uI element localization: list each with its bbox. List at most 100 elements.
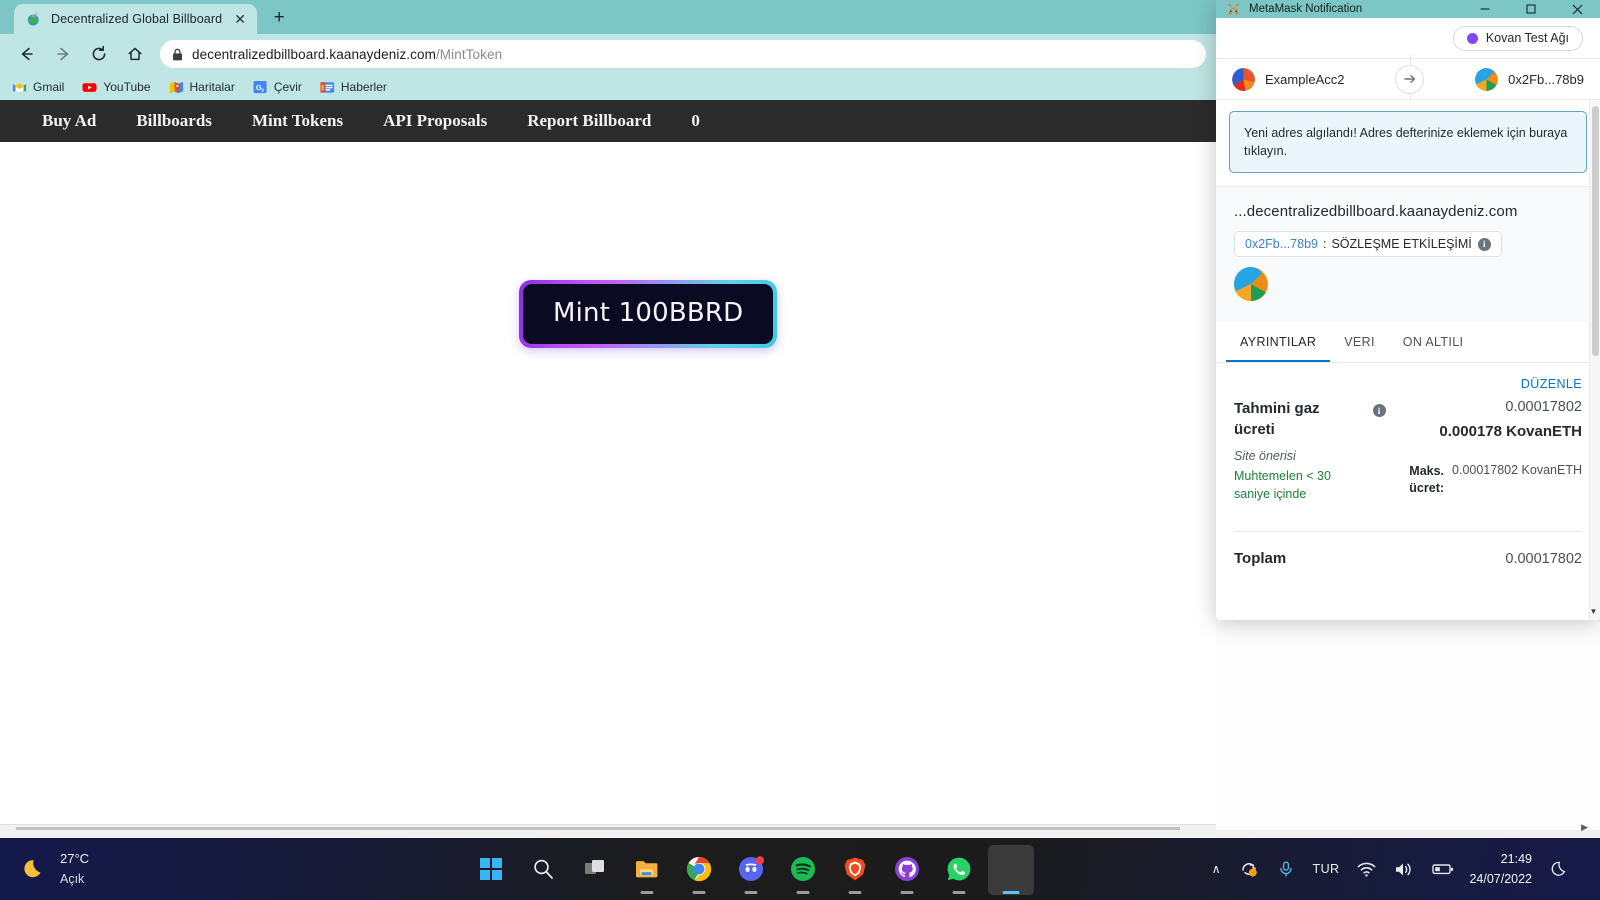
- bookmark-label: Çevir: [273, 80, 302, 94]
- language-indicator[interactable]: TUR: [1304, 851, 1349, 887]
- edit-gas-button[interactable]: DÜZENLE: [1234, 373, 1582, 399]
- sender-avatar: [1232, 67, 1255, 91]
- gas-fee-amount-eth: 0.000178 KovanETH: [1439, 423, 1582, 441]
- bookmark-label: Haberler: [340, 80, 387, 94]
- github-icon[interactable]: [892, 854, 922, 884]
- transaction-origin-block: ...decentralizedbillboard.kaanaydeniz.co…: [1216, 187, 1600, 258]
- url-path: /MintToken: [435, 46, 503, 62]
- focus-assist-moon-icon[interactable]: [1542, 851, 1578, 887]
- youtube-icon: [82, 80, 97, 95]
- home-button[interactable]: [118, 37, 152, 71]
- minimize-icon[interactable]: [1462, 0, 1508, 18]
- metamask-vertical-scrollbar[interactable]: ▼: [1589, 100, 1600, 620]
- desktop-overflow-arrow[interactable]: ▶: [1581, 822, 1588, 833]
- gas-fee-amount: 0.00017802: [1505, 399, 1582, 416]
- contract-address: 0x2Fb...78b9: [1245, 237, 1318, 252]
- gas-suggestion-label: Site önerisi: [1234, 448, 1296, 463]
- token-avatar: [1234, 267, 1268, 305]
- bookmark-label: Haritalar: [189, 80, 235, 94]
- contract-separator: :: [1322, 237, 1327, 252]
- tray-expand-icon[interactable]: ∧: [1203, 851, 1230, 887]
- clock-date: 24/07/2022: [1469, 872, 1532, 886]
- forward-button[interactable]: [46, 37, 80, 71]
- close-icon[interactable]: ✕: [231, 10, 249, 28]
- sender-name: ExampleAcc2: [1265, 71, 1345, 87]
- mint-token-button[interactable]: Mint 100BBRD: [519, 280, 778, 348]
- metamask-window-title: MetaMask Notification: [1249, 3, 1363, 15]
- mint-button-inner: Mint 100BBRD: [523, 284, 774, 344]
- site-nav-report-billboard[interactable]: Report Billboard: [507, 111, 671, 131]
- scrollbar-thumb[interactable]: [1592, 106, 1599, 356]
- site-nav-buy-ad[interactable]: Buy Ad: [22, 111, 116, 131]
- site-navigation: Buy Ad Billboards Mint Tokens API Propos…: [0, 100, 1216, 142]
- bookmark-haritalar[interactable]: Haritalar: [169, 80, 235, 95]
- screen: Decentralized Global Billboard ✕ + decen…: [0, 0, 1600, 900]
- contract-action-label: SÖZLEŞME ETKİLEŞİMİ: [1331, 237, 1472, 252]
- tab-ayrintilar[interactable]: AYRINTILAR: [1226, 322, 1331, 363]
- metamask-scroll-area: Yeni adres algılandı! Adres defterinize …: [1216, 100, 1600, 620]
- tab-on-altili[interactable]: ON ALTILI: [1389, 322, 1478, 362]
- whatsapp-icon[interactable]: [944, 854, 974, 884]
- network-selector[interactable]: Kovan Test Ağı: [1452, 25, 1583, 51]
- browser-tab[interactable]: Decentralized Global Billboard ✕: [14, 4, 258, 34]
- start-icon[interactable]: [476, 854, 506, 884]
- bookmark-cevir[interactable]: Gx Çevir: [253, 80, 302, 95]
- gmail-icon: [12, 80, 27, 95]
- site-nav-api-proposals[interactable]: API Proposals: [363, 111, 507, 131]
- max-fee-row: Maks. ücret: 0.00017802 KovanETH: [1398, 463, 1582, 496]
- tab-veri[interactable]: VERI: [1330, 322, 1389, 362]
- address-bar[interactable]: decentralizedbillboard.kaanaydeniz.com/M…: [160, 40, 1206, 68]
- info-icon[interactable]: i: [1372, 404, 1386, 418]
- recipient-address: 0x2Fb...78b9: [1508, 71, 1584, 87]
- gas-fee-title: Tahmini gaz ücreti: [1234, 400, 1320, 438]
- close-icon[interactable]: [1554, 0, 1600, 18]
- sender-account[interactable]: ExampleAcc2: [1232, 67, 1345, 91]
- recipient-account[interactable]: 0x2Fb...78b9: [1475, 67, 1584, 91]
- discord-icon[interactable]: [736, 854, 766, 884]
- spotify-icon[interactable]: [788, 854, 818, 884]
- volume-icon[interactable]: [1385, 851, 1423, 887]
- weather-widget[interactable]: 27°C Açık: [0, 849, 300, 889]
- metamask-icon[interactable]: [988, 845, 1035, 895]
- contract-interaction-pill[interactable]: 0x2Fb...78b9 : SÖZLEŞME ETKİLEŞİMİ i: [1234, 231, 1502, 258]
- network-status-dot: [1466, 32, 1478, 44]
- bookmark-label: Gmail: [33, 80, 65, 94]
- bookmark-gmail[interactable]: Gmail: [12, 80, 64, 95]
- bookmark-haberler[interactable]: Haberler: [320, 80, 387, 95]
- site-nav-billboards[interactable]: Billboards: [116, 111, 232, 131]
- maximize-icon[interactable]: [1508, 0, 1554, 18]
- onedrive-sync-icon[interactable]: [1230, 851, 1268, 887]
- site-content: Mint 100BBRD: [0, 142, 1216, 824]
- tab-title: Decentralized Global Billboard: [51, 12, 223, 26]
- wifi-icon[interactable]: [1348, 851, 1385, 887]
- file-explorer-icon[interactable]: [632, 854, 662, 884]
- taskbar: 27°C Açık ∧ TUR 21:49 24/07/2022: [0, 838, 1600, 900]
- network-name: Kovan Test Ağı: [1485, 31, 1569, 45]
- microphone-icon[interactable]: [1268, 851, 1304, 887]
- brave-icon[interactable]: [840, 854, 870, 884]
- search-icon[interactable]: [528, 854, 558, 884]
- site-nav-mint-tokens[interactable]: Mint Tokens: [232, 111, 363, 131]
- mint-button-wrapper: Mint 100BBRD: [519, 280, 778, 348]
- scroll-down-arrow[interactable]: ▼: [1588, 605, 1599, 618]
- new-tab-button[interactable]: +: [265, 4, 293, 32]
- clock[interactable]: 21:49 24/07/2022: [1463, 849, 1542, 889]
- bookmark-youtube[interactable]: YouTube: [82, 80, 151, 95]
- new-address-alert[interactable]: Yeni adres algılandı! Adres defterinize …: [1229, 111, 1587, 174]
- task-view-icon[interactable]: [580, 854, 610, 884]
- back-button[interactable]: [10, 37, 44, 71]
- total-value: 0.00017802: [1505, 551, 1582, 567]
- show-desktop-button[interactable]: [1578, 851, 1586, 887]
- site-nav-balance[interactable]: 0: [671, 111, 720, 131]
- battery-icon[interactable]: [1423, 851, 1463, 887]
- desktop-background: [0, 830, 1600, 838]
- max-fee-label: Maks. ücret:: [1409, 464, 1445, 495]
- mint-button-label: Mint 100BBRD: [553, 298, 744, 328]
- transaction-details: DÜZENLE Tahmini gaz ücreti Site önerisi …: [1216, 363, 1600, 567]
- chrome-icon[interactable]: [684, 854, 714, 884]
- reload-button[interactable]: [82, 37, 116, 71]
- page-viewport: Buy Ad Billboards Mint Tokens API Propos…: [0, 100, 1216, 838]
- account-arrow-separator: [1344, 54, 1475, 104]
- weather-text: 27°C Açık: [60, 849, 89, 889]
- info-icon[interactable]: i: [1477, 237, 1491, 251]
